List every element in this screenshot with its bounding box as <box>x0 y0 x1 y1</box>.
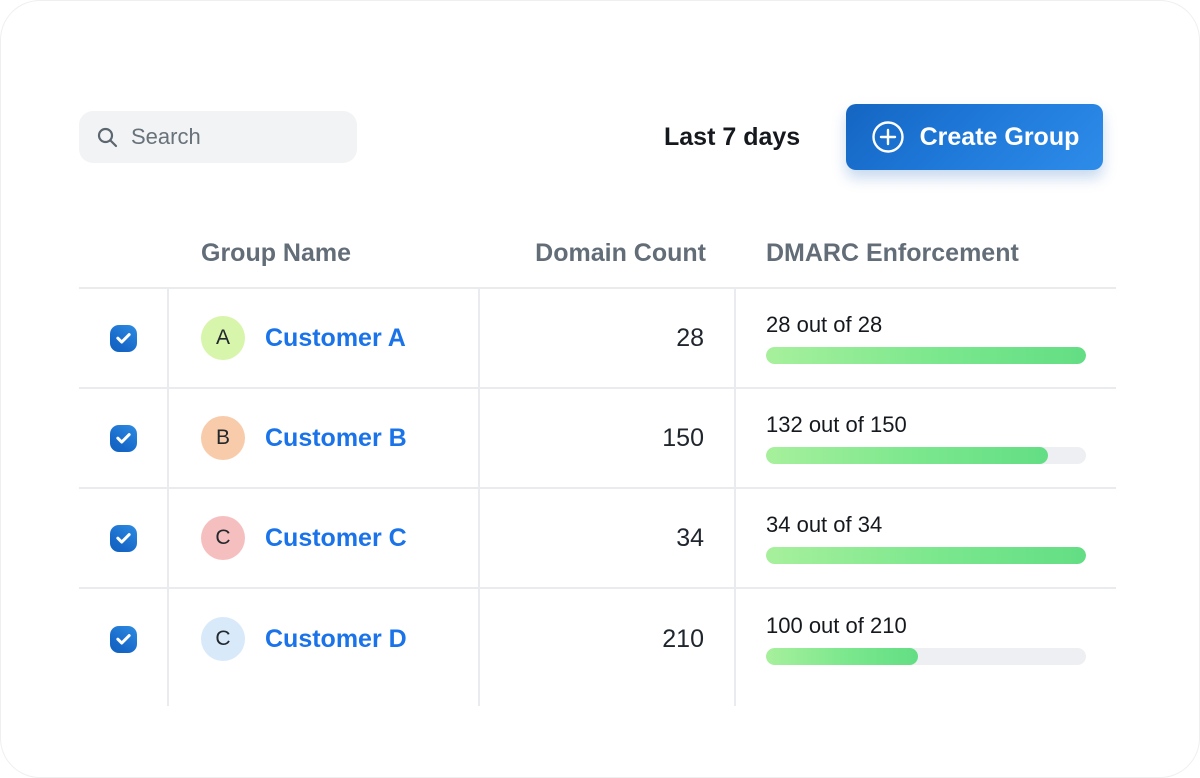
group-name-link[interactable]: Customer D <box>265 625 407 654</box>
header-group-name: Group Name <box>169 219 480 289</box>
column-divider-extension <box>79 689 1116 706</box>
dmarc-label: 34 out of 34 <box>766 512 1086 538</box>
header-checkbox-column <box>79 219 169 289</box>
row-checkbox[interactable] <box>110 525 137 552</box>
table-row: C Customer C 34 34 out of 34 <box>79 489 1116 589</box>
row-checkbox[interactable] <box>110 325 137 352</box>
avatar: C <box>201 617 245 661</box>
domain-count-value: 210 <box>480 589 736 689</box>
create-group-button[interactable]: Create Group <box>846 104 1103 170</box>
dmarc-progress-bar <box>766 447 1086 464</box>
row-checkbox[interactable] <box>110 626 137 653</box>
avatar: B <box>201 416 245 460</box>
search-icon <box>95 125 119 149</box>
table-row: B Customer B 150 132 out of 150 <box>79 389 1116 489</box>
checkmark-icon <box>115 430 132 447</box>
table-row: A Customer A 28 28 out of 28 <box>79 289 1116 389</box>
avatar: C <box>201 516 245 560</box>
dmarc-progress-bar <box>766 547 1086 564</box>
app-card: Last 7 days Create Group Group Name Doma… <box>0 0 1200 778</box>
create-group-label: Create Group <box>920 123 1080 152</box>
plus-circle-icon <box>870 119 906 155</box>
dmarc-label: 132 out of 150 <box>766 412 1086 438</box>
dmarc-progress-bar <box>766 648 1086 665</box>
dmarc-progress-fill <box>766 547 1086 564</box>
group-name-link[interactable]: Customer A <box>265 324 406 353</box>
checkmark-icon <box>115 631 132 648</box>
date-range-selector[interactable]: Last 7 days <box>664 104 800 170</box>
table-header-row: Group Name Domain Count DMARC Enforcemen… <box>79 219 1116 289</box>
row-checkbox[interactable] <box>110 425 137 452</box>
domain-count-value: 34 <box>480 489 736 589</box>
dmarc-label: 100 out of 210 <box>766 613 1086 639</box>
header-dmarc-enforcement: DMARC Enforcement <box>736 219 1116 289</box>
dmarc-progress-bar <box>766 347 1086 364</box>
date-range-label: Last 7 days <box>664 123 800 152</box>
avatar: A <box>201 316 245 360</box>
dmarc-progress-fill <box>766 648 918 665</box>
group-name-link[interactable]: Customer C <box>265 524 407 553</box>
checkmark-icon <box>115 530 132 547</box>
dmarc-label: 28 out of 28 <box>766 312 1086 338</box>
dmarc-progress-fill <box>766 447 1048 464</box>
dmarc-progress-fill <box>766 347 1086 364</box>
domain-count-value: 28 <box>480 289 736 389</box>
domain-count-value: 150 <box>480 389 736 489</box>
groups-table: Group Name Domain Count DMARC Enforcemen… <box>79 219 1116 706</box>
table-body: A Customer A 28 28 out of 28 B Customer … <box>79 289 1116 689</box>
search-box[interactable] <box>79 111 357 163</box>
table-row: C Customer D 210 100 out of 210 <box>79 589 1116 689</box>
checkmark-icon <box>115 330 132 347</box>
search-input[interactable] <box>131 124 341 150</box>
group-name-link[interactable]: Customer B <box>265 424 407 453</box>
header-domain-count: Domain Count <box>480 219 736 289</box>
